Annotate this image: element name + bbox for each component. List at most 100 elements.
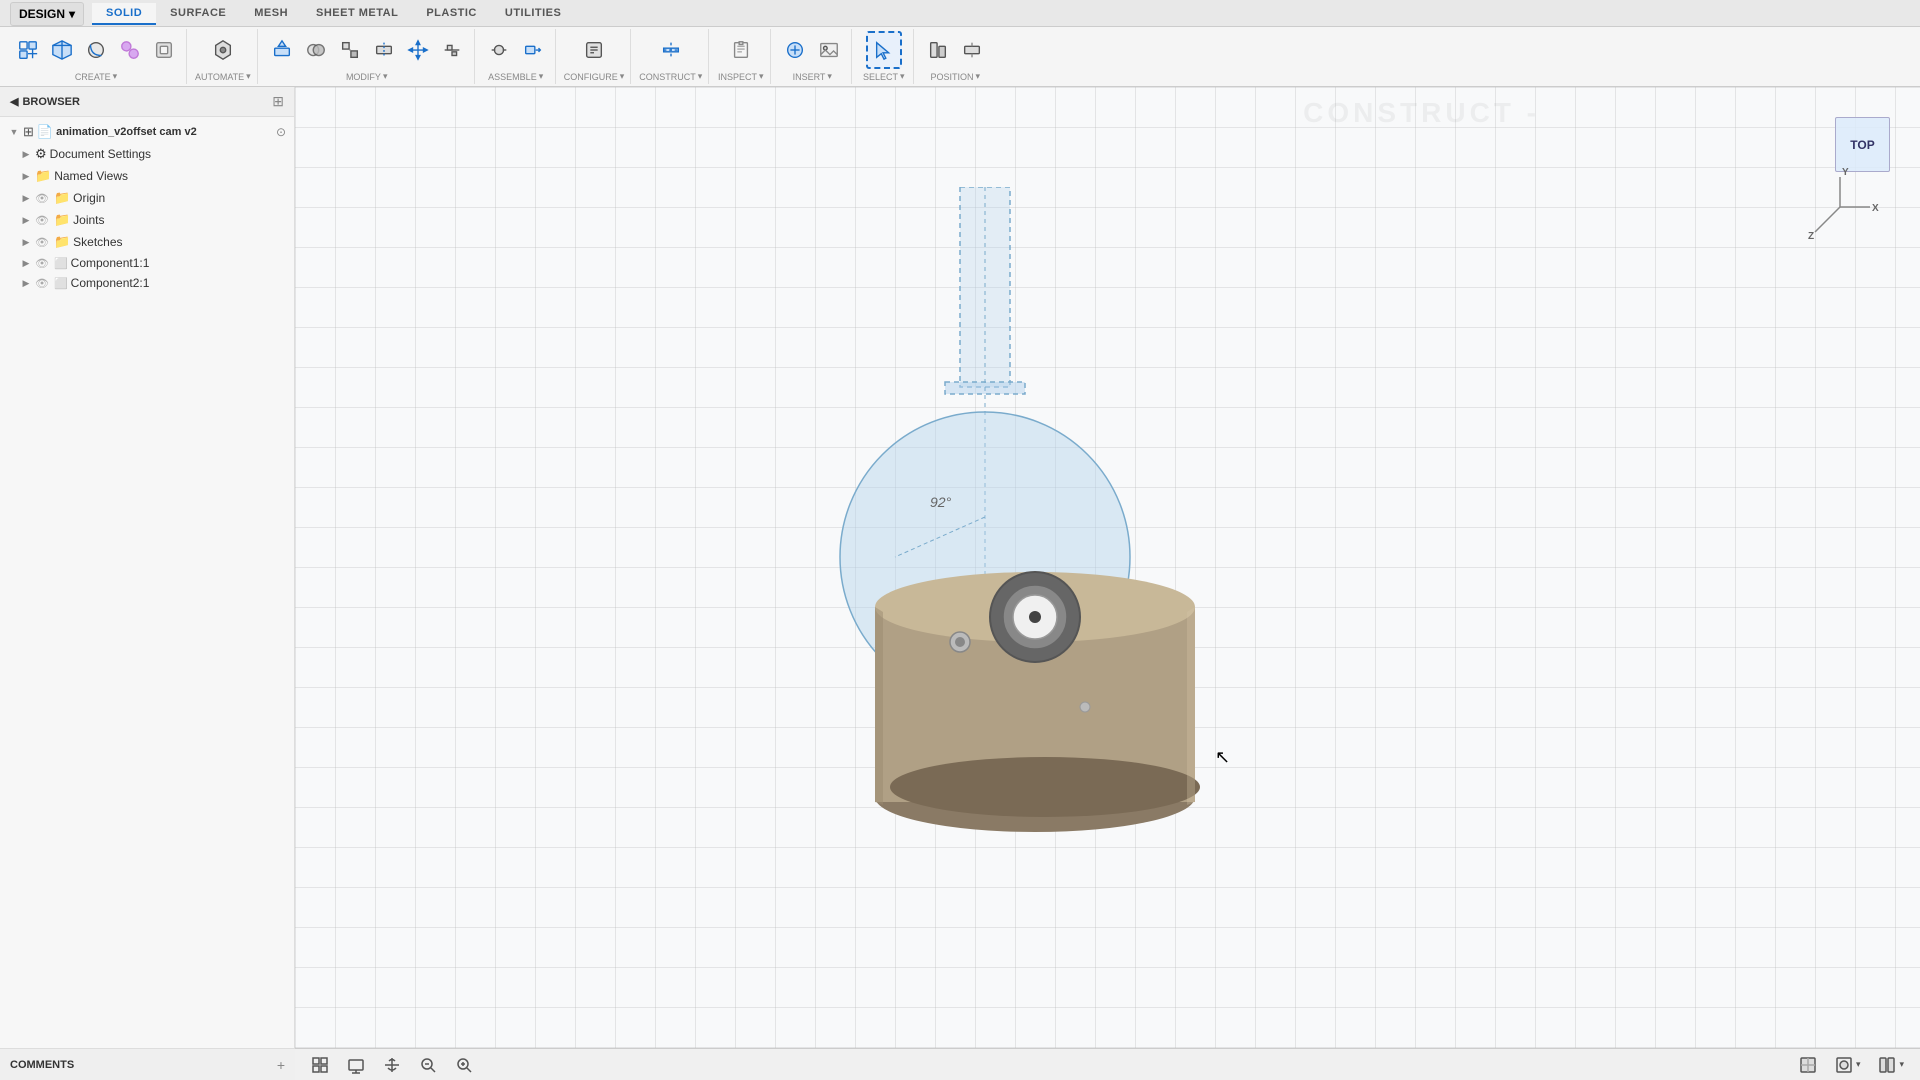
joints-chevron: ▶ (20, 215, 32, 226)
toolbar-section-configure: CONFIGURE ▾ (558, 29, 632, 84)
create-icons (12, 31, 180, 69)
insert-button[interactable] (779, 31, 811, 69)
tab-surface[interactable]: SURFACE (156, 3, 240, 25)
viewport[interactable]: CONSTRUCT - TOP Y X Z (295, 87, 1920, 1080)
press-pull-button[interactable] (266, 31, 298, 69)
viewport-bottom-bar: ▾ ▾ (295, 1048, 1920, 1080)
automate-label[interactable]: AUTOMATE ▾ (195, 71, 251, 82)
zoom-in-button[interactable] (449, 1054, 479, 1076)
toolbar-section-construct: CONSTRUCT ▾ (633, 29, 709, 84)
automate-button[interactable] (207, 31, 239, 69)
inspect-button[interactable] (725, 31, 757, 69)
tree-item-sketches[interactable]: ▶ 👁 📁 Sketches (0, 231, 294, 253)
split-button[interactable] (368, 31, 400, 69)
modify-label[interactable]: MODIFY ▾ (346, 71, 388, 82)
origin-eye-icon[interactable]: 👁 (35, 192, 49, 205)
move-component-button[interactable] (517, 31, 549, 69)
box-button[interactable] (46, 31, 78, 69)
toolbar-section-select: SELECT ▾ (854, 29, 914, 84)
tab-mesh[interactable]: MESH (240, 3, 302, 25)
component2-chevron: ▶ (20, 278, 32, 289)
construct-button[interactable] (655, 31, 687, 69)
joints-eye-icon[interactable]: 👁 (35, 214, 49, 227)
comments-expand-icon[interactable]: + (277, 1057, 285, 1073)
configure-button[interactable] (578, 31, 610, 69)
doc-settings-label: Document Settings (50, 147, 286, 161)
scale-button[interactable] (334, 31, 366, 69)
root-file-icon: 📄 (37, 124, 53, 140)
origin-chevron: ▶ (20, 193, 32, 204)
toolbar-section-automate: AUTOMATE ▾ (189, 29, 258, 84)
move-button[interactable] (402, 31, 434, 69)
shell-button[interactable] (148, 31, 180, 69)
select-icons (866, 31, 902, 69)
design-button[interactable]: DESIGN ▾ (10, 2, 84, 26)
combine-button[interactable] (300, 31, 332, 69)
position2-button[interactable] (956, 31, 988, 69)
tab-plastic[interactable]: PLASTIC (412, 3, 491, 25)
inspect-label[interactable]: INSPECT ▾ (718, 71, 764, 82)
sketches-eye-icon[interactable]: 👁 (35, 236, 49, 249)
collapse-icon[interactable]: ◀ (10, 95, 18, 108)
root-settings-icon[interactable]: ⊙ (276, 125, 286, 139)
grid-snap-button[interactable] (305, 1054, 335, 1076)
component1-eye-icon[interactable]: 👁 (35, 257, 49, 270)
fillet-button[interactable] (80, 31, 112, 69)
tab-utilities[interactable]: UTILITIES (491, 3, 575, 25)
svg-text:92°: 92° (930, 494, 952, 510)
tree-item-named-views[interactable]: ▶ 📁 Named Views (0, 165, 294, 187)
sidebar: ◀ BROWSER ⊞ ▼ ⊞ 📄 animation_v2offset cam… (0, 87, 295, 1080)
view-cube[interactable]: TOP (1835, 117, 1890, 172)
construct-label[interactable]: CONSTRUCT ▾ (639, 71, 702, 82)
browser-title: ◀ BROWSER (10, 95, 80, 108)
component2-box-icon: ⬜ (54, 277, 68, 290)
pan-button[interactable] (377, 1054, 407, 1076)
more-options-button[interactable]: ▾ (1872, 1054, 1910, 1076)
top-toolbar: DESIGN ▾ SOLID SURFACE MESH SHEET METAL … (0, 0, 1920, 87)
tree-root-item[interactable]: ▼ ⊞ 📄 animation_v2offset cam v2 ⊙ (0, 121, 294, 143)
joint-button[interactable] (483, 31, 515, 69)
named-views-chevron: ▶ (20, 171, 32, 182)
view-style-button[interactable] (1793, 1054, 1823, 1076)
main-area: ◀ BROWSER ⊞ ▼ ⊞ 📄 animation_v2offset cam… (0, 87, 1920, 1080)
root-label: animation_v2offset cam v2 (56, 126, 273, 138)
tab-row: DESIGN ▾ SOLID SURFACE MESH SHEET METAL … (0, 0, 1920, 27)
tab-sheet-metal[interactable]: SHEET METAL (302, 3, 412, 25)
sidebar-tree: ▼ ⊞ 📄 animation_v2offset cam v2 ⊙ ▶ ⚙ Do… (0, 117, 294, 1080)
tree-item-component2[interactable]: ▶ 👁 ⬜ Component2:1 (0, 273, 294, 293)
configure-label[interactable]: CONFIGURE ▾ (564, 71, 625, 82)
component2-eye-icon[interactable]: 👁 (35, 277, 49, 290)
origin-folder-icon: 📁 (54, 190, 70, 206)
component2-label: Component2:1 (71, 276, 286, 290)
named-views-label: Named Views (54, 169, 286, 183)
sidebar-pin-button[interactable]: ⊞ (272, 93, 284, 110)
design-label: DESIGN (19, 7, 65, 21)
insert-image-button[interactable] (813, 31, 845, 69)
tab-solid[interactable]: SOLID (92, 3, 156, 25)
insert-label[interactable]: INSERT ▾ (793, 71, 832, 82)
view-cube-label: TOP (1850, 138, 1874, 152)
toolbar-section-inspect: INSPECT ▾ (711, 29, 771, 84)
display-mode-button[interactable]: ▾ (1829, 1054, 1867, 1076)
zoom-out-button[interactable] (413, 1054, 443, 1076)
tree-item-origin[interactable]: ▶ 👁 📁 Origin (0, 187, 294, 209)
align-button[interactable] (436, 31, 468, 69)
toolbar-section-assemble: ASSEMBLE ▾ (477, 29, 556, 84)
select-label[interactable]: SELECT ▾ (863, 71, 905, 82)
named-views-icon: 📁 (35, 168, 51, 184)
cam-3d-object: 92° (775, 187, 1275, 887)
tree-item-document-settings[interactable]: ▶ ⚙ Document Settings (0, 143, 294, 165)
tree-item-component1[interactable]: ▶ 👁 ⬜ Component1:1 (0, 253, 294, 273)
doc-settings-icon: ⚙ (35, 146, 47, 162)
joints-label: Joints (73, 213, 286, 227)
pattern-button[interactable] (114, 31, 146, 69)
select-button[interactable] (866, 31, 902, 69)
tree-item-joints[interactable]: ▶ 👁 📁 Joints (0, 209, 294, 231)
display-settings-button[interactable] (341, 1054, 371, 1076)
new-component-button[interactable] (12, 31, 44, 69)
create-label[interactable]: CREATE ▾ (75, 71, 117, 82)
assemble-label[interactable]: ASSEMBLE ▾ (488, 71, 543, 82)
toolbar-section-position: POSITION ▾ (916, 29, 994, 84)
position-button[interactable] (922, 31, 954, 69)
position-label[interactable]: POSITION ▾ (930, 71, 980, 82)
